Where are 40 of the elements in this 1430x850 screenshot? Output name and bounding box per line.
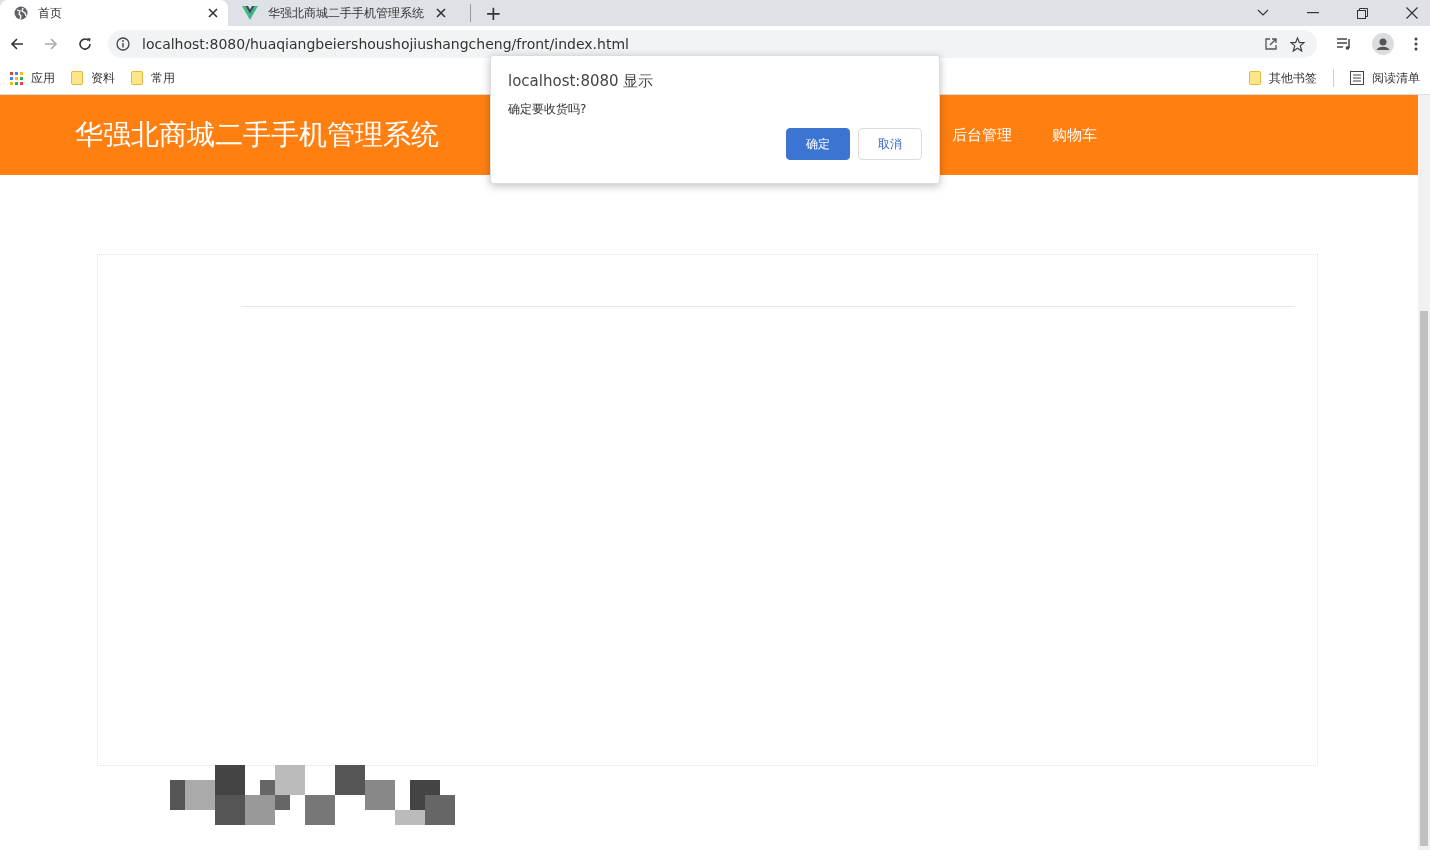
close-icon[interactable]: [208, 8, 218, 18]
bookmark[interactable]: 常用: [131, 69, 175, 87]
globe-icon: [14, 6, 28, 20]
v-logo-icon: [242, 6, 258, 20]
back-arrow-icon[interactable]: [10, 37, 24, 51]
address-bar[interactable]: localhost:8080/huaqiangbeiershoushojiushangcheng/front/index.html: [108, 30, 1317, 58]
folder-icon: [71, 71, 83, 85]
bookmark[interactable]: 阅读清单: [1350, 69, 1420, 87]
media-icon[interactable]: [1337, 38, 1352, 50]
dialog-button[interactable]: 确定: [786, 128, 850, 160]
profile-icon[interactable]: [1372, 33, 1394, 55]
menu-icon[interactable]: [1414, 37, 1418, 51]
star-icon[interactable]: [1290, 36, 1305, 52]
folder-icon: [131, 71, 143, 85]
dialog-title: localhost:8080 显示: [508, 72, 655, 91]
browser-tab[interactable]: 华强北商城二手手机管理系统: [228, 0, 456, 26]
chevron-down-icon[interactable]: [1257, 9, 1269, 17]
url-text: localhost:8080/huaqiangbeiershoushojiushangcheng/front/index.html: [142, 36, 629, 52]
tab-title: 首页: [38, 4, 63, 22]
close-icon[interactable]: [1406, 7, 1418, 19]
new-tab-button[interactable]: +: [470, 4, 502, 22]
info-icon: [116, 37, 130, 51]
tab-title: 华强北商城二手手机管理系统: [268, 4, 425, 22]
restore-icon[interactable]: [1357, 7, 1368, 19]
reload-icon[interactable]: [78, 37, 92, 51]
scrollbar[interactable]: [1418, 95, 1430, 850]
folder-icon: [1249, 71, 1261, 85]
close-icon[interactable]: [436, 8, 446, 18]
share-icon[interactable]: [1264, 37, 1278, 51]
bookmark[interactable]: 应用: [10, 69, 55, 87]
dialog-message: 确定要收货吗?: [508, 101, 588, 118]
minimize-icon[interactable]: [1307, 12, 1319, 14]
dialog-button[interactable]: 取消: [858, 128, 922, 160]
apps-grid-icon: [10, 71, 23, 85]
bookmark[interactable]: 其他书签: [1249, 69, 1317, 87]
reading-list-icon: [1350, 71, 1364, 85]
bookmark[interactable]: 资料: [71, 69, 115, 87]
scrollbar-thumb[interactable]: [1420, 311, 1428, 846]
site-title: 华强北商城二手手机管理系统: [75, 117, 440, 153]
browser-tab[interactable]: 首页: [0, 0, 228, 26]
